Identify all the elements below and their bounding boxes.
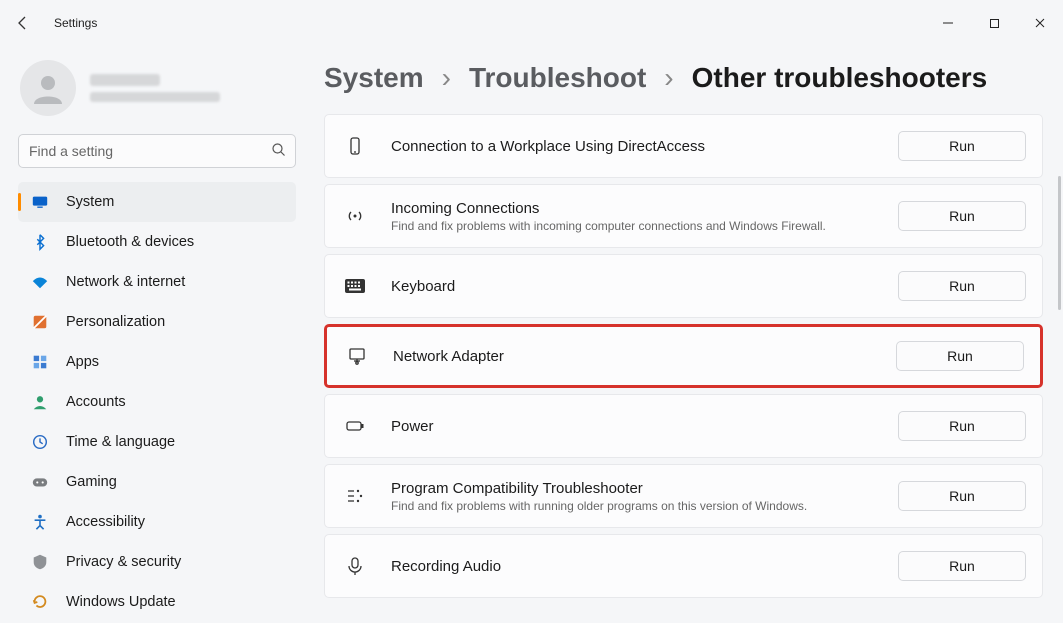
sidebar-item-privacy[interactable]: Privacy & security (18, 542, 296, 582)
sidebar-item-label: Privacy & security (66, 554, 181, 570)
window-controls (925, 7, 1063, 39)
chevron-right-icon: › (664, 62, 673, 94)
troubleshooter-card: Program Compatibility Troubleshooter Fin… (324, 464, 1043, 528)
card-desc: Find and fix problems with running older… (391, 499, 876, 513)
sidebar-item-label: Windows Update (66, 594, 176, 610)
card-title: Incoming Connections (391, 200, 876, 217)
search-icon (271, 142, 286, 160)
phone-icon (341, 136, 369, 156)
minimize-button[interactable] (925, 7, 971, 39)
gaming-icon (30, 472, 50, 492)
breadcrumb: System › Troubleshoot › Other troublesho… (324, 62, 1043, 94)
card-title: Power (391, 418, 876, 435)
accessibility-icon (30, 512, 50, 532)
troubleshooter-card: Recording Audio Run (324, 534, 1043, 598)
sidebar-item-label: Accessibility (66, 514, 145, 530)
sidebar-item-label: Gaming (66, 474, 117, 490)
sidebar: System Bluetooth & devices Network & int… (0, 46, 312, 623)
profile-text (90, 74, 220, 102)
breadcrumb-current: Other troubleshooters (692, 62, 988, 94)
troubleshooter-card: Power Run (324, 394, 1043, 458)
battery-icon (341, 416, 369, 436)
time-icon (30, 432, 50, 452)
personalization-icon (30, 312, 50, 332)
troubleshooter-card: Incoming Connections Find and fix proble… (324, 184, 1043, 248)
bluetooth-icon (30, 232, 50, 252)
chevron-right-icon: › (442, 62, 451, 94)
run-button[interactable]: Run (898, 481, 1026, 511)
nav-list: System Bluetooth & devices Network & int… (18, 182, 296, 622)
sidebar-item-network[interactable]: Network & internet (18, 262, 296, 302)
compat-icon (341, 486, 369, 506)
card-title: Network Adapter (393, 348, 874, 365)
network-icon (30, 272, 50, 292)
system-icon (30, 192, 50, 212)
run-button[interactable]: Run (898, 271, 1026, 301)
troubleshooter-card: Connection to a Workplace Using DirectAc… (324, 114, 1043, 178)
titlebar: Settings (0, 0, 1063, 46)
sidebar-item-bluetooth[interactable]: Bluetooth & devices (18, 222, 296, 262)
sidebar-item-accounts[interactable]: Accounts (18, 382, 296, 422)
breadcrumb-system[interactable]: System (324, 62, 424, 94)
sidebar-item-accessibility[interactable]: Accessibility (18, 502, 296, 542)
update-icon (30, 592, 50, 612)
sidebar-item-gaming[interactable]: Gaming (18, 462, 296, 502)
run-button[interactable]: Run (898, 551, 1026, 581)
troubleshooter-list: Connection to a Workplace Using DirectAc… (324, 114, 1043, 598)
card-title: Program Compatibility Troubleshooter (391, 480, 876, 497)
sidebar-item-label: Apps (66, 354, 99, 370)
card-title: Connection to a Workplace Using DirectAc… (391, 138, 876, 155)
sidebar-item-personalization[interactable]: Personalization (18, 302, 296, 342)
run-button[interactable]: Run (898, 131, 1026, 161)
card-title: Keyboard (391, 278, 876, 295)
avatar (20, 60, 76, 116)
sidebar-item-apps[interactable]: Apps (18, 342, 296, 382)
sidebar-item-system[interactable]: System (18, 182, 296, 222)
search-wrap (18, 134, 296, 168)
adapter-icon (343, 346, 371, 366)
mic-icon (341, 556, 369, 576)
sidebar-item-update[interactable]: Windows Update (18, 582, 296, 622)
maximize-button[interactable] (971, 7, 1017, 39)
apps-icon (30, 352, 50, 372)
close-button[interactable] (1017, 7, 1063, 39)
scrollbar[interactable] (1058, 176, 1061, 310)
app-title: Settings (54, 16, 97, 30)
troubleshooter-card: Network Adapter Run (324, 324, 1043, 388)
keyboard-icon (341, 278, 369, 294)
sidebar-item-label: Time & language (66, 434, 175, 450)
card-desc: Find and fix problems with incoming comp… (391, 219, 876, 233)
breadcrumb-troubleshoot[interactable]: Troubleshoot (469, 62, 646, 94)
sidebar-item-label: Personalization (66, 314, 165, 330)
privacy-icon (30, 552, 50, 572)
run-button[interactable]: Run (896, 341, 1024, 371)
main-panel: System › Troubleshoot › Other troublesho… (312, 46, 1063, 623)
sidebar-item-label: Network & internet (66, 274, 185, 290)
card-title: Recording Audio (391, 558, 876, 575)
run-button[interactable]: Run (898, 201, 1026, 231)
sidebar-item-time[interactable]: Time & language (18, 422, 296, 462)
accounts-icon (30, 392, 50, 412)
back-button[interactable] (10, 10, 36, 36)
sidebar-item-label: System (66, 194, 114, 210)
run-button[interactable]: Run (898, 411, 1026, 441)
sidebar-item-label: Accounts (66, 394, 126, 410)
sidebar-item-label: Bluetooth & devices (66, 234, 194, 250)
troubleshooter-card: Keyboard Run (324, 254, 1043, 318)
search-input[interactable] (18, 134, 296, 168)
signal-icon (341, 206, 369, 226)
profile-block[interactable] (18, 60, 296, 116)
